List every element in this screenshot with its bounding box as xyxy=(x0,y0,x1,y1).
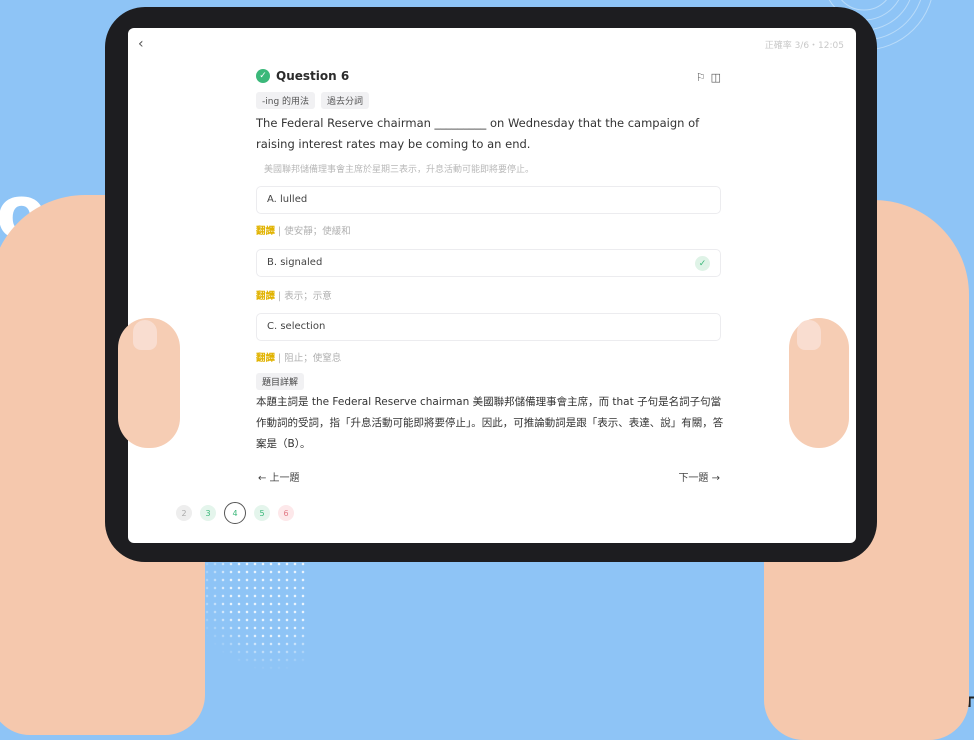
page-dot-3[interactable]: 3 xyxy=(200,505,216,521)
option-label: C. selection xyxy=(267,321,326,332)
decorative-dots xyxy=(195,560,305,670)
question-header: ✓ Question 6 xyxy=(256,69,349,83)
status-text: 正確率 3/6・12:05 xyxy=(764,41,844,51)
option-label: A. lulled xyxy=(267,194,308,205)
translation-key: 翻譯 xyxy=(256,226,276,237)
flag-icon[interactable]: ⚐ xyxy=(696,71,706,84)
option-a-translation: 翻譯 | 使安靜；使緩和 xyxy=(256,223,351,237)
check-circle-icon: ✓ xyxy=(256,69,270,83)
option-b-translation: 翻譯 | 表示；示意 xyxy=(256,288,332,302)
right-thumb-nail xyxy=(797,320,821,350)
left-thumb-nail xyxy=(133,320,157,350)
tablet-screen: ‹ 正確率 3/6・12:05 ✓ Question 6 ⚐ ◫ -ing 的用… xyxy=(128,28,856,543)
page-dot-6[interactable]: 6 xyxy=(278,505,294,521)
translation-text: 表示；示意 xyxy=(284,291,332,302)
back-button[interactable]: ‹ xyxy=(138,36,144,52)
option-c-translation: 翻譯 | 阻止；使窒息 xyxy=(256,350,341,364)
option-label: B. signaled xyxy=(267,257,323,268)
option-a[interactable]: A. lulled xyxy=(256,186,721,214)
page-dot-5[interactable]: 5 xyxy=(254,505,270,521)
question-title: Question 6 xyxy=(276,69,350,83)
tag-ing-usage[interactable]: -ing 的用法 xyxy=(256,92,316,109)
translation-text: 使安靜；使緩和 xyxy=(284,226,351,237)
question-translation: 美國聯邦儲備理事會主席於星期三表示，升息活動可能即將要停止。 xyxy=(264,165,535,175)
detail-tag: 題目詳解 xyxy=(256,373,305,390)
next-button[interactable]: 下一題 → xyxy=(678,469,720,484)
question-pager: 2 3 4 5 6 xyxy=(176,502,294,524)
question-tools: ⚐ ◫ xyxy=(696,71,721,84)
question-stem: The Federal Reserve chairman _________ o… xyxy=(256,116,700,151)
translation-key: 翻譯 xyxy=(256,291,276,302)
correct-check-icon: ✓ xyxy=(695,256,710,271)
page-dot-2[interactable]: 2 xyxy=(176,505,192,521)
note-icon[interactable]: ◫ xyxy=(711,71,721,84)
prev-button[interactable]: ← 上一題 xyxy=(258,469,300,484)
option-b[interactable]: B. signaled ✓ xyxy=(256,249,721,277)
tag-past-participle[interactable]: 過去分詞 xyxy=(321,92,370,109)
translation-text: 阻止；使窒息 xyxy=(284,353,342,364)
translation-key: 翻譯 xyxy=(256,353,276,364)
option-c[interactable]: C. selection xyxy=(256,313,721,341)
tag-list: -ing 的用法 過去分詞 xyxy=(256,92,370,109)
page-dot-4-current[interactable]: 4 xyxy=(224,502,246,524)
explanation-text: 本題主詞是 the Federal Reserve chairman 美國聯邦儲… xyxy=(256,396,724,450)
